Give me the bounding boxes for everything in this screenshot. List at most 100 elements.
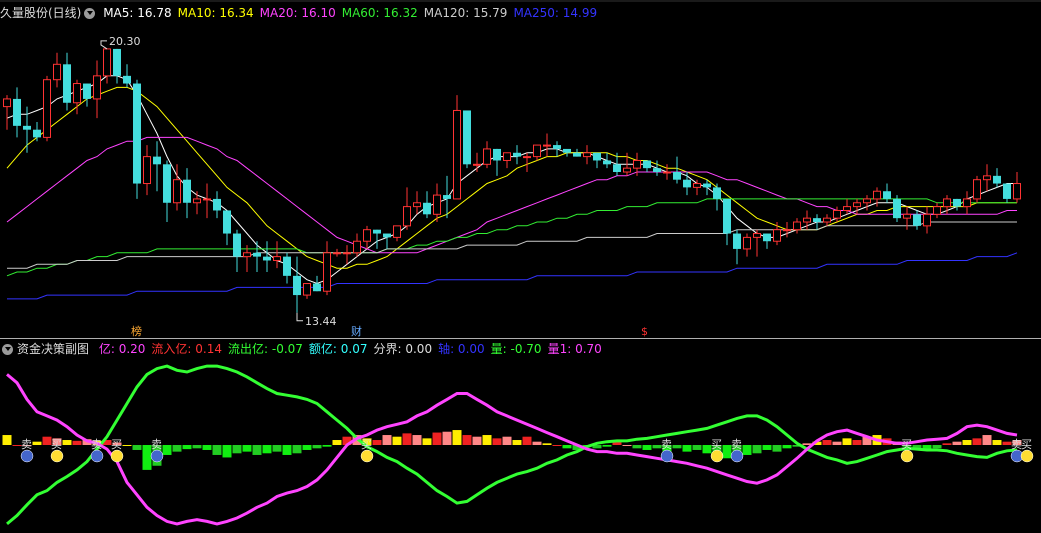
sell-signal-label: 卖 — [91, 438, 102, 451]
event-marker: 财 — [351, 324, 362, 338]
fund-bar — [272, 445, 282, 452]
fund-bar — [512, 440, 522, 445]
fund-bar — [642, 445, 652, 450]
candle-body — [633, 159, 641, 169]
candle-body — [623, 167, 631, 173]
fund-bar — [692, 445, 702, 450]
candle-body — [333, 252, 341, 255]
fund-bar — [742, 445, 752, 455]
candle-body — [613, 164, 621, 172]
fund-bar — [562, 445, 572, 449]
dropdown-circle-icon[interactable] — [84, 8, 96, 19]
candle-body — [793, 221, 801, 231]
fund-bar — [432, 432, 442, 445]
ma-line-ma250 — [7, 252, 1018, 300]
candle-body — [583, 152, 591, 158]
candle-body — [303, 283, 311, 296]
candle-body — [293, 275, 301, 296]
indicator-legend-item-6: 量: -0.70 — [490, 342, 542, 356]
low-label: 13.44 — [305, 315, 337, 328]
candle-body — [353, 240, 361, 254]
indicator-legend-item-4: 分界: 0.00 — [373, 342, 433, 356]
candle-body — [723, 198, 731, 234]
candle-body — [893, 198, 901, 219]
candle-body — [83, 83, 91, 99]
fund-bar — [622, 445, 632, 446]
ma-legend-item-1: MA10: 16.34 — [177, 6, 254, 20]
candle-body — [223, 210, 231, 234]
candle-body — [383, 233, 391, 238]
candle-body — [453, 109, 461, 200]
fund-bar — [282, 445, 292, 455]
ma-legend-item-3: MA60: 16.32 — [341, 6, 418, 20]
fund-bar — [852, 440, 862, 445]
candle-body — [853, 202, 861, 208]
candle-body — [283, 256, 291, 276]
fund-bar — [452, 430, 462, 445]
candle-body — [473, 163, 481, 166]
candle-body — [843, 206, 851, 211]
buy-signal-label: 买 — [901, 438, 912, 451]
fund-bar — [772, 445, 782, 452]
sad-face-icon — [730, 449, 744, 463]
low-pointer — [296, 312, 303, 322]
fund-bar — [682, 445, 692, 452]
ma-legend-item-4: MA120: 15.79 — [423, 6, 508, 20]
buy-signal-label: 买 — [361, 438, 372, 451]
candle-body — [403, 206, 411, 227]
fund-bar — [602, 445, 612, 447]
event-marker: 榜 — [131, 324, 142, 338]
candle-body — [943, 198, 951, 208]
dropdown-circle-icon[interactable] — [2, 344, 13, 355]
fund-bar — [252, 445, 262, 455]
fund-bar — [462, 435, 472, 445]
candle-body — [993, 175, 1001, 184]
candle-body — [983, 175, 991, 181]
candle-body — [43, 79, 51, 138]
happy-face-icon — [360, 449, 374, 463]
candle-body — [523, 156, 531, 159]
sell-signal-label: 卖 — [661, 438, 672, 451]
candle-body — [173, 179, 181, 204]
candle-body — [693, 183, 701, 188]
candle-body — [313, 283, 321, 292]
chart-canvas[interactable]: 20.3013.44榜财 $卖买卖买卖买卖买卖买卖买 — [0, 0, 1041, 533]
fund-bar — [302, 445, 312, 450]
indicator-legend-item-1: 流入亿: 0.14 — [151, 342, 222, 356]
candle-body — [763, 233, 771, 242]
candle-body — [673, 172, 681, 180]
ma-line-ma5 — [6, 75, 1017, 285]
high-label: 20.30 — [109, 35, 141, 48]
candle-body — [273, 256, 281, 261]
candle-body — [203, 198, 211, 201]
fund-bar — [782, 445, 792, 449]
fund-bar — [212, 445, 222, 455]
candle-body — [23, 125, 31, 130]
ma-legend-item-5: MA250: 14.99 — [513, 6, 598, 20]
candle-body — [33, 129, 41, 138]
candle-body — [683, 179, 691, 188]
candle-body — [373, 229, 381, 234]
candle-body — [163, 164, 171, 203]
fund-bar — [382, 435, 392, 445]
candle-body — [263, 256, 271, 261]
sad-face-icon — [90, 449, 104, 463]
candle-body — [733, 233, 741, 249]
candle-body — [243, 252, 251, 258]
sell-signal-label: 卖 — [151, 438, 162, 451]
fund-bar — [472, 436, 482, 445]
fund-bar — [232, 445, 242, 454]
candle-body — [923, 213, 931, 227]
happy-face-icon — [110, 449, 124, 463]
candle-body — [103, 48, 111, 77]
fund-bar — [442, 431, 452, 445]
fund-bar — [962, 440, 972, 445]
ma-legend-item-0: MA5: 16.78 — [103, 6, 172, 20]
candle-body — [753, 233, 761, 238]
candle-body — [783, 229, 791, 232]
candle-body — [703, 183, 711, 188]
candle-body — [933, 206, 941, 215]
candle-body — [493, 148, 501, 161]
candle-body — [913, 214, 921, 226]
sub-chart-header: 资金决策副图 亿: 0.20 流入亿: 0.14 流出亿: -0.07 额亿: 0.0… — [0, 341, 614, 361]
